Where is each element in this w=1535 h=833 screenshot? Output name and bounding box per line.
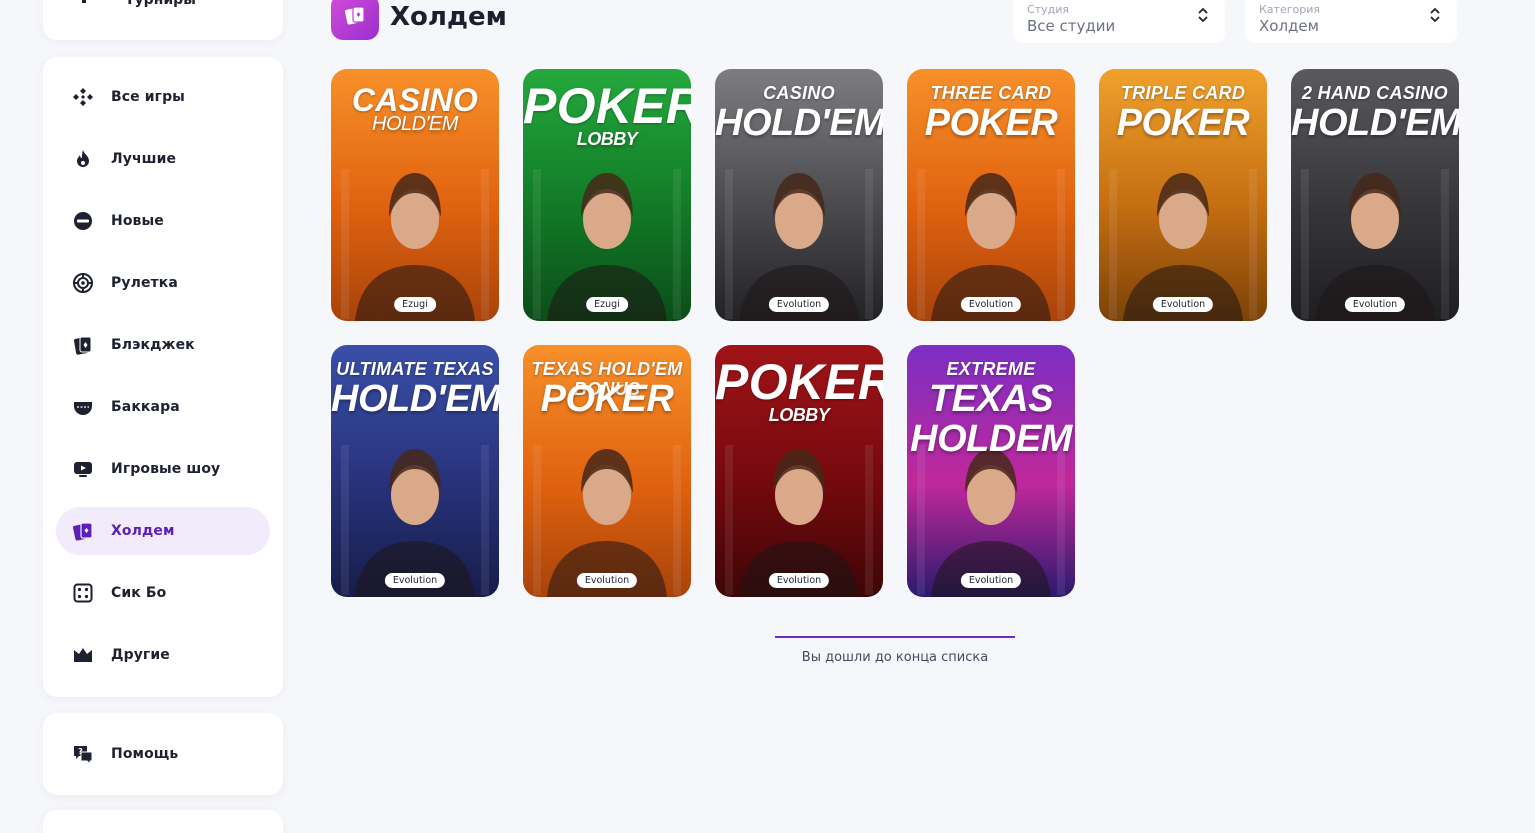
sidebar-item-all-games[interactable]: Все игры bbox=[56, 73, 270, 121]
sidebar-item-label: Рулетка bbox=[111, 275, 178, 291]
sidebar-item-baccarat[interactable]: Баккара bbox=[56, 383, 270, 431]
sidebar-item-help[interactable]: ? Помощь bbox=[56, 730, 270, 778]
game-tile[interactable]: THREE CARD POKER Evolution bbox=[907, 69, 1075, 321]
provider-badge: Evolution bbox=[768, 297, 830, 312]
fire-icon bbox=[72, 148, 94, 170]
game-title-line1: POKER bbox=[715, 354, 883, 410]
sidebar-item-label: Игровые шоу bbox=[111, 461, 221, 477]
game-title-line2: TEXAS HOLDEM bbox=[910, 378, 1072, 460]
game-title-line2: POKER bbox=[1116, 102, 1250, 144]
game-tile[interactable]: POKER LOBBY Evolution bbox=[715, 345, 883, 597]
game-tile[interactable]: ULTIMATE TEXAS HOLD'EM Evolution bbox=[331, 345, 499, 597]
studio-select-label: Студия bbox=[1027, 3, 1069, 16]
svg-text:?: ? bbox=[78, 747, 83, 756]
game-title-line1: CASINO bbox=[763, 83, 835, 103]
sidebar-item-game-shows[interactable]: Игровые шоу bbox=[56, 445, 270, 493]
category-select[interactable]: Категория Холдем bbox=[1245, 0, 1457, 43]
chevron-updown-icon bbox=[1198, 7, 1208, 23]
game-title-line1: 2 HAND CASINO bbox=[1302, 83, 1448, 103]
roulette-icon bbox=[72, 272, 94, 294]
blackjack-cards-icon bbox=[72, 334, 94, 356]
sidebar-item-other[interactable]: Другие bbox=[56, 631, 270, 679]
chevron-updown-icon bbox=[1430, 7, 1440, 23]
provider-badge: Evolution bbox=[960, 297, 1022, 312]
game-tile[interactable]: 2 HAND CASINO HOLD'EM Evolution bbox=[1291, 69, 1459, 321]
sidebar-item-sic-bo[interactable]: Сик Бо bbox=[56, 569, 270, 617]
sidebar-nav: Все игры Лучшие Новые Рулетка Блэкджек Б… bbox=[43, 57, 283, 697]
game-title-line1: CASINO bbox=[351, 82, 479, 118]
sidebar-item-label: Помощь bbox=[111, 746, 179, 762]
crown-icon bbox=[72, 644, 94, 666]
game-title-line2: POKER bbox=[540, 378, 674, 420]
sidebar-item-tournaments[interactable]: Турниры bbox=[56, 0, 270, 20]
game-tile[interactable]: POKER LOBBY Ezugi bbox=[523, 69, 691, 321]
dice-icon bbox=[72, 582, 94, 604]
category-select-value: Холдем bbox=[1259, 17, 1319, 35]
game-title-line2: LOBBY bbox=[768, 405, 830, 425]
category-badge bbox=[331, 0, 379, 40]
game-title-line2: HOLD'EM bbox=[1291, 102, 1459, 144]
game-title-line2: LOBBY bbox=[576, 129, 638, 149]
end-of-list-text: Вы дошли до конца списка bbox=[801, 650, 989, 665]
game-title-line1: TRIPLE CARD bbox=[1120, 83, 1246, 103]
sidebar-item-label: Турниры bbox=[125, 0, 196, 8]
sidebar-top-card: Турниры bbox=[43, 0, 283, 40]
sidebar-item-label: Новые bbox=[111, 213, 164, 229]
game-title-line2: HOLD'EM bbox=[372, 113, 458, 135]
sidebar-bottom-card bbox=[43, 810, 283, 833]
game-title-line2: HOLD'EM bbox=[715, 102, 883, 144]
sidebar-item-blackjack[interactable]: Блэкджек bbox=[56, 321, 270, 369]
game-show-icon bbox=[72, 458, 94, 480]
provider-badge: Evolution bbox=[1344, 297, 1406, 312]
sidebar-item-label: Другие bbox=[111, 647, 170, 663]
sidebar-item-new[interactable]: Новые bbox=[56, 197, 270, 245]
sidebar-item-label: Баккара bbox=[111, 399, 180, 415]
holdem-cards-icon bbox=[343, 3, 367, 31]
provider-badge: Evolution bbox=[384, 573, 446, 588]
game-tile[interactable]: EXTREME TEXAS HOLDEM Evolution bbox=[907, 345, 1075, 597]
game-tile[interactable]: TEXAS HOLD'EM BONUS POKER Evolution bbox=[523, 345, 691, 597]
sidebar-item-label: Сик Бо bbox=[111, 585, 167, 601]
help-chat-icon: ? bbox=[72, 743, 94, 765]
game-title-line1: EXTREME bbox=[946, 359, 1036, 379]
end-divider bbox=[775, 636, 1015, 638]
studio-select-value: Все студии bbox=[1027, 17, 1116, 35]
game-title-line1: ULTIMATE TEXAS bbox=[336, 359, 494, 379]
game-title-line1: THREE CARD bbox=[930, 83, 1052, 103]
tournament-icon bbox=[74, 0, 94, 8]
sidebar-item-holdem[interactable]: Холдем bbox=[56, 507, 270, 555]
holdem-cards-icon bbox=[72, 520, 94, 542]
provider-badge: Evolution bbox=[576, 573, 638, 588]
game-tile[interactable]: CASINO HOLD'EM Ezugi bbox=[331, 69, 499, 321]
provider-badge: Ezugi bbox=[586, 297, 628, 312]
sidebar-item-label: Холдем bbox=[111, 523, 175, 539]
sidebar-item-label: Все игры bbox=[111, 89, 185, 105]
all-games-icon bbox=[72, 86, 94, 108]
provider-badge: Evolution bbox=[768, 573, 830, 588]
sidebar-item-label: Лучшие bbox=[111, 151, 177, 167]
provider-badge: Evolution bbox=[960, 573, 1022, 588]
game-title-line1: POKER bbox=[523, 78, 691, 134]
game-tile[interactable]: CASINO HOLD'EM Evolution bbox=[715, 69, 883, 321]
provider-badge: Evolution bbox=[1152, 297, 1214, 312]
sidebar-item-roulette[interactable]: Рулетка bbox=[56, 259, 270, 307]
category-select-label: Категория bbox=[1259, 3, 1320, 16]
page-title: Холдем bbox=[390, 2, 507, 32]
game-tile[interactable]: TRIPLE CARD POKER Evolution bbox=[1099, 69, 1267, 321]
new-badge-icon bbox=[72, 210, 94, 232]
provider-badge: Ezugi bbox=[394, 297, 436, 312]
studio-select[interactable]: Студия Все студии bbox=[1013, 0, 1225, 43]
sidebar-item-label: Блэкджек bbox=[111, 337, 195, 353]
game-title-line2: HOLD'EM bbox=[331, 378, 499, 420]
sidebar-help-card: ? Помощь bbox=[43, 713, 283, 795]
game-title-line2: POKER bbox=[924, 102, 1058, 144]
baccarat-table-icon bbox=[72, 396, 94, 418]
sidebar-item-best[interactable]: Лучшие bbox=[56, 135, 270, 183]
